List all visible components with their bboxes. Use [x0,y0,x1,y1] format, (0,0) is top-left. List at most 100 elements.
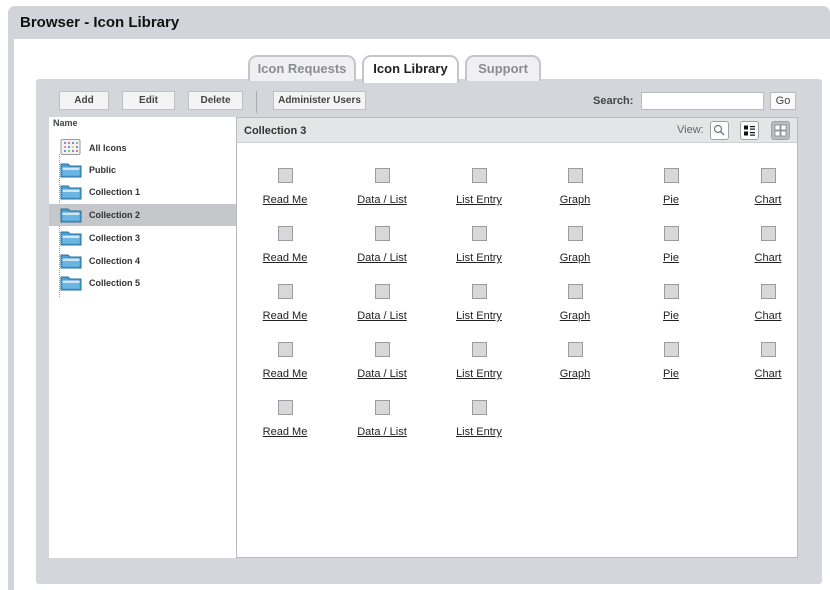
icon-name-link[interactable]: Graph [531,252,619,264]
list-view-icon[interactable] [740,121,759,140]
icon-thumbnail[interactable] [375,168,390,183]
icon-thumbnail[interactable] [278,168,293,183]
icon-thumbnail[interactable] [472,226,487,241]
icon-thumbnail[interactable] [375,342,390,357]
edit-button[interactable]: Edit [122,91,175,110]
icon-thumbnail[interactable] [278,284,293,299]
icon-name-link[interactable]: Read Me [241,194,329,206]
icon-grid-item[interactable]: Graph [531,342,619,390]
icon-thumbnail[interactable] [664,168,679,183]
icon-thumbnail[interactable] [664,284,679,299]
delete-button[interactable]: Delete [188,91,243,110]
icon-name-link[interactable]: Pie [627,368,715,380]
icon-grid-item[interactable]: Data / List [338,400,426,448]
sidebar-item-collection-4[interactable]: Collection 4 [49,250,236,272]
icon-name-link[interactable]: Graph [531,368,619,380]
icon-grid-item[interactable]: Chart [724,226,812,274]
icon-thumbnail[interactable] [568,284,583,299]
sidebar-item-public[interactable]: Public [49,159,236,181]
icon-grid-item[interactable]: Data / List [338,226,426,274]
icon-grid-item[interactable]: Read Me [241,168,329,216]
grid-view-icon[interactable] [771,121,790,140]
icon-grid-item[interactable]: List Entry [435,226,523,274]
icon-thumbnail[interactable] [278,342,293,357]
sidebar-item-collection-1[interactable]: Collection 1 [49,181,236,203]
icon-name-link[interactable]: Chart [724,252,812,264]
icon-name-link[interactable]: List Entry [435,368,523,380]
icon-name-link[interactable]: Data / List [338,368,426,380]
icon-name-link[interactable]: Read Me [241,368,329,380]
icon-grid-item[interactable]: Graph [531,168,619,216]
go-button[interactable]: Go [770,92,796,110]
tab-icon-library[interactable]: Icon Library [362,55,459,83]
icon-thumbnail[interactable] [568,342,583,357]
icon-name-link[interactable]: List Entry [435,426,523,438]
administer-users-button[interactable]: Administer Users [273,91,366,110]
icon-grid-item[interactable]: List Entry [435,284,523,332]
icon-thumbnail[interactable] [472,342,487,357]
icon-name-link[interactable]: Chart [724,194,812,206]
icon-name-link[interactable]: Pie [627,194,715,206]
icon-thumbnail[interactable] [472,284,487,299]
add-button[interactable]: Add [59,91,109,110]
icon-name-link[interactable]: List Entry [435,252,523,264]
icon-grid-item[interactable]: Read Me [241,342,329,390]
icon-grid-item[interactable]: Chart [724,284,812,332]
sidebar-column-header[interactable]: Name [49,117,236,131]
icon-name-link[interactable]: Data / List [338,310,426,322]
tab-support[interactable]: Support [465,55,541,81]
icon-thumbnail[interactable] [568,168,583,183]
icon-thumbnail[interactable] [472,400,487,415]
icon-grid-item[interactable]: Pie [627,226,715,274]
icon-grid-item[interactable]: Graph [531,284,619,332]
icon-grid-item[interactable]: List Entry [435,400,523,448]
icon-name-link[interactable]: Graph [531,194,619,206]
icon-thumbnail[interactable] [278,226,293,241]
sidebar-item-collection-3[interactable]: Collection 3 [49,227,236,249]
icon-name-link[interactable]: Graph [531,310,619,322]
icon-grid-item[interactable]: Data / List [338,342,426,390]
icon-name-link[interactable]: Read Me [241,310,329,322]
icon-name-link[interactable]: Data / List [338,194,426,206]
icon-grid-item[interactable]: List Entry [435,342,523,390]
icon-thumbnail[interactable] [761,168,776,183]
icon-thumbnail[interactable] [761,342,776,357]
icon-grid-item[interactable]: Pie [627,284,715,332]
icon-name-link[interactable]: Read Me [241,252,329,264]
icon-grid-item[interactable]: Read Me [241,226,329,274]
icon-name-link[interactable]: Data / List [338,252,426,264]
icon-grid-item[interactable]: Chart [724,168,812,216]
icon-grid-item[interactable]: Data / List [338,168,426,216]
tab-icon-requests[interactable]: Icon Requests [248,55,356,81]
icon-thumbnail[interactable] [761,226,776,241]
icon-grid-item[interactable]: Pie [627,168,715,216]
icon-thumbnail[interactable] [375,400,390,415]
sidebar-item-collection-5[interactable]: Collection 5 [49,272,236,294]
icon-grid-item[interactable]: Graph [531,226,619,274]
icon-thumbnail[interactable] [375,226,390,241]
icon-name-link[interactable]: List Entry [435,310,523,322]
icon-grid-item[interactable]: Pie [627,342,715,390]
icon-name-link[interactable]: List Entry [435,194,523,206]
icon-thumbnail[interactable] [664,342,679,357]
icon-thumbnail[interactable] [472,168,487,183]
icon-name-link[interactable]: Data / List [338,426,426,438]
icon-thumbnail[interactable] [375,284,390,299]
icon-grid-item[interactable]: Read Me [241,284,329,332]
icon-name-link[interactable]: Pie [627,252,715,264]
icon-thumbnail[interactable] [278,400,293,415]
icon-grid-item[interactable]: Chart [724,342,812,390]
icon-thumbnail[interactable] [568,226,583,241]
icon-thumbnail[interactable] [664,226,679,241]
icon-thumbnail[interactable] [761,284,776,299]
icon-name-link[interactable]: Chart [724,310,812,322]
search-view-icon[interactable] [710,121,729,140]
icon-grid-item[interactable]: List Entry [435,168,523,216]
search-input[interactable] [641,92,764,110]
sidebar-item-collection-2[interactable]: Collection 2 [49,204,236,226]
icon-name-link[interactable]: Read Me [241,426,329,438]
icon-name-link[interactable]: Chart [724,368,812,380]
icon-grid-item[interactable]: Read Me [241,400,329,448]
icon-grid-item[interactable]: Data / List [338,284,426,332]
sidebar-item-all-icons[interactable]: All Icons [49,137,236,159]
